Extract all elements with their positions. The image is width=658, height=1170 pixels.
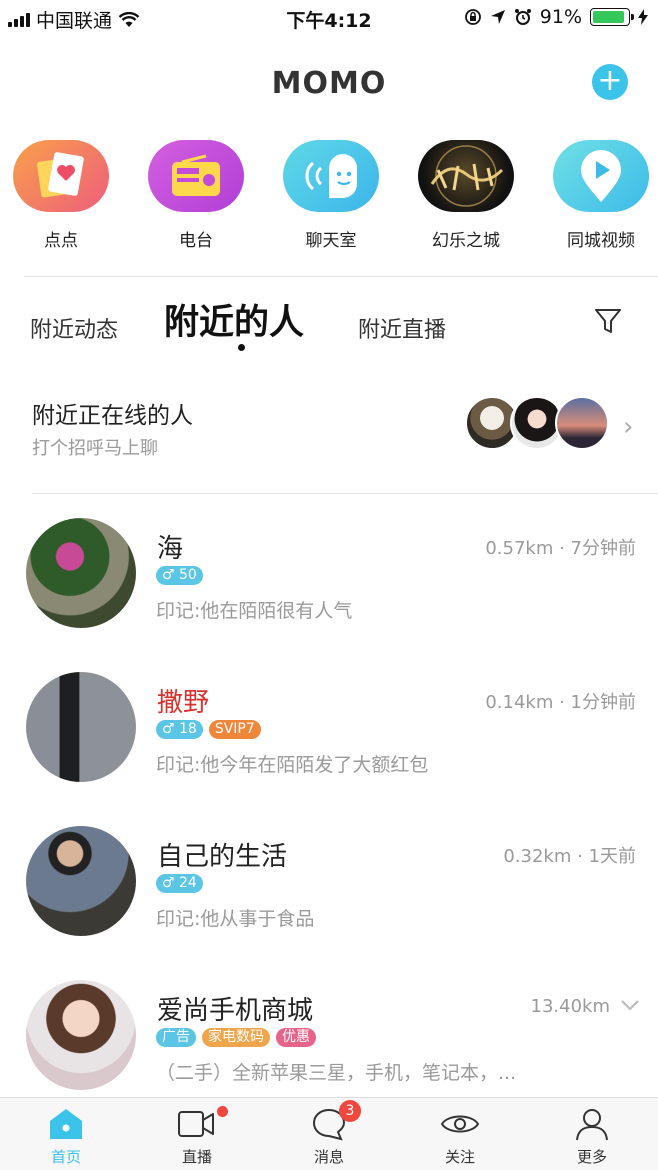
charging-bolt-icon <box>638 9 648 25</box>
location-arrow-icon <box>490 10 505 24</box>
shortcut-row: 点点 电台 聊天室 幻乐之城 同城视频 <box>0 140 658 251</box>
tab-nearby-feed[interactable]: 附近动态 <box>30 312 118 344</box>
play-pin-icon <box>553 140 649 212</box>
feed-tabs: 附近动态 附近的人 附近直播 <box>0 290 658 360</box>
tab-label: 关注 <box>444 1148 475 1166</box>
distance-time: 0.57km · 7分钟前 <box>485 538 636 559</box>
tab-home[interactable]: 首页 <box>26 1106 106 1167</box>
shortcut-label: 幻乐之城 <box>432 231 500 251</box>
avatar <box>26 980 136 1090</box>
shortcut-dian-dian[interactable]: 点点 <box>1 140 121 251</box>
svip-badge: SVIP7 <box>208 720 261 739</box>
list-item[interactable]: 自己的生活 0.32km · 1天前 ♂ 24 印记:他从事于食品 <box>0 826 658 966</box>
unread-count-badge: 3 <box>339 1100 361 1122</box>
gender-age-badge: ♂ 50 <box>156 566 203 585</box>
tab-more[interactable]: 更多 <box>552 1106 632 1167</box>
online-avatar <box>555 396 609 450</box>
person-name: 海 <box>157 534 184 564</box>
tab-messages[interactable]: 3 消息 <box>289 1100 369 1167</box>
shortcut-label: 点点 <box>44 231 78 251</box>
add-button[interactable]: + <box>592 64 628 100</box>
orientation-lock-icon <box>464 9 481 25</box>
divider <box>24 276 658 277</box>
signature: 印记:他在陌陌很有人气 <box>156 600 353 622</box>
badge-row: ♂ 18 SVIP7 <box>156 720 261 739</box>
heart-cards-icon <box>13 140 109 212</box>
deal-badge: 优惠 <box>276 1028 316 1047</box>
distance-time: 0.14km · 1分钟前 <box>485 692 636 713</box>
avatar <box>26 518 136 628</box>
shortcut-label: 同城视频 <box>567 231 635 251</box>
chevron-right-icon: › <box>623 412 634 442</box>
chat-face-icon <box>283 140 379 212</box>
tab-label: 首页 <box>50 1148 81 1166</box>
gender-age-badge: ♂ 18 <box>156 720 203 739</box>
person-icon <box>576 1109 608 1141</box>
status-bar: 中国联通 下午4:12 91% <box>0 0 658 36</box>
list-item[interactable]: 撒野 0.14km · 1分钟前 ♂ 18 SVIP7 印记:他今年在陌陌发了大… <box>0 672 658 812</box>
shortcut-label: 电台 <box>179 231 213 251</box>
home-icon <box>50 1109 82 1139</box>
tab-label: 更多 <box>576 1148 607 1166</box>
category-badge: 家电数码 <box>202 1028 270 1047</box>
tab-live[interactable]: 直播 <box>157 1106 237 1167</box>
ad-description: （二手）全新苹果三星，手机，笔记本，... <box>156 1062 517 1084</box>
person-name: 撒野 <box>157 688 210 718</box>
tab-label: 消息 <box>313 1148 344 1166</box>
battery-percent: 91% <box>539 6 582 28</box>
tab-label: 直播 <box>181 1148 212 1166</box>
battery-icon <box>590 8 634 26</box>
chevron-down-icon[interactable] <box>620 998 640 1012</box>
video-camera-icon <box>178 1111 214 1137</box>
person-name: 自己的生活 <box>157 842 288 872</box>
badge-row: ♂ 24 <box>156 874 203 893</box>
distance: 13.40km <box>530 996 611 1017</box>
shortcut-chatroom[interactable]: 聊天室 <box>271 140 391 251</box>
online-title: 附近正在线的人 <box>32 403 193 429</box>
badge-row: ♂ 50 <box>156 566 203 585</box>
tab-following[interactable]: 关注 <box>420 1106 500 1167</box>
shortcut-city-video[interactable]: 同城视频 <box>541 140 658 251</box>
alarm-icon <box>514 9 531 25</box>
signature: 印记:他从事于食品 <box>156 908 315 930</box>
bottom-tab-bar: 首页 直播 3 消息 关注 更多 <box>0 1097 658 1170</box>
gender-age-badge: ♂ 24 <box>156 874 203 893</box>
active-tab-indicator <box>238 344 245 351</box>
signature: 印记:他今年在陌陌发了大额红包 <box>156 754 429 776</box>
tab-nearby-people[interactable]: 附近的人 <box>164 294 304 345</box>
filter-icon[interactable] <box>593 306 623 336</box>
online-subtitle: 打个招呼马上聊 <box>32 438 158 459</box>
tab-nearby-live[interactable]: 附近直播 <box>358 312 446 344</box>
shop-name: 爱尚手机商城 <box>157 996 314 1026</box>
fantasy-city-logo <box>418 140 514 212</box>
shortcut-radio[interactable]: 电台 <box>136 140 256 251</box>
ad-badge: 广告 <box>156 1028 196 1047</box>
shortcut-fantasy-city[interactable]: 幻乐之城 <box>406 140 526 251</box>
notification-dot <box>217 1106 228 1117</box>
badge-row: 广告 家电数码 优惠 <box>156 1028 316 1047</box>
divider <box>32 493 658 494</box>
plus-icon: + <box>597 63 623 98</box>
shortcut-label: 聊天室 <box>305 231 357 251</box>
nearby-online-row[interactable]: 附近正在线的人 打个招呼马上聊 › <box>0 384 658 484</box>
eye-icon <box>440 1115 480 1133</box>
app-logo: MOMO <box>271 66 387 101</box>
radio-icon <box>148 140 244 212</box>
avatar <box>26 826 136 936</box>
list-item[interactable]: 海 0.57km · 7分钟前 ♂ 50 印记:他在陌陌很有人气 <box>0 518 658 658</box>
avatar <box>26 672 136 782</box>
distance-time: 0.32km · 1天前 <box>503 846 636 867</box>
